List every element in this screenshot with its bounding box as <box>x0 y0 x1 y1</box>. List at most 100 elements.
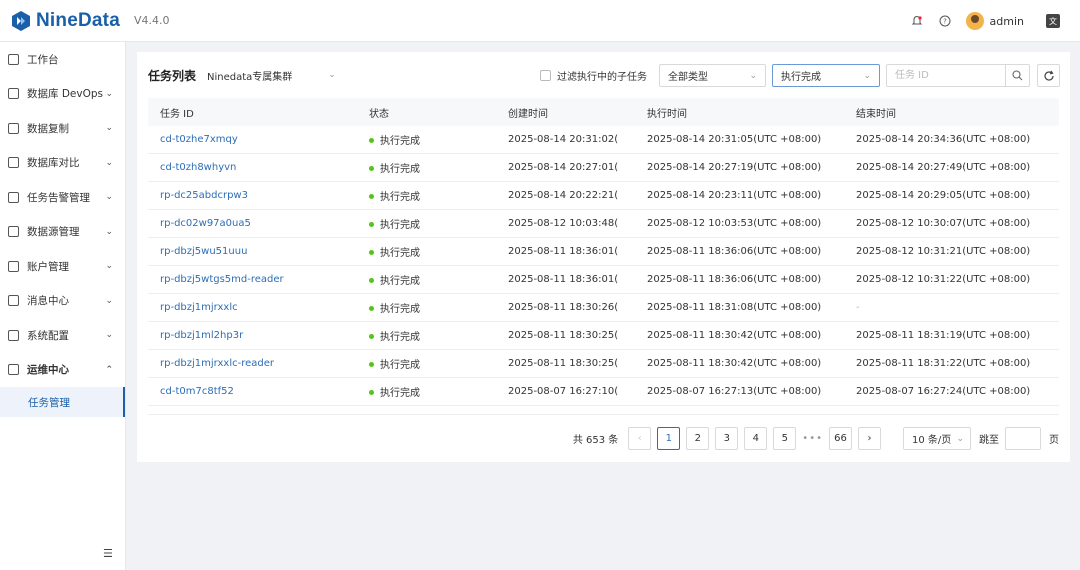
table-row: rp-dc25abdcrpw3 执行完成 2025-08-14 20:22:21… <box>148 182 1059 210</box>
checkbox-box[interactable] <box>540 70 551 81</box>
status-text: 执行完成 <box>380 192 420 203</box>
alarm-icon <box>8 191 19 203</box>
sidebar-item-label: 任务告警管理 <box>27 191 90 204</box>
sidebar-item-replication[interactable]: 数据复制 ⌄ <box>0 111 125 146</box>
page-1-button[interactable]: 1 <box>657 427 681 450</box>
status-dot <box>369 361 374 367</box>
page-3-button[interactable]: 3 <box>715 427 739 450</box>
exec-time: 2025-08-11 18:31:08(UTC +08:00) <box>647 302 822 313</box>
sidebar: 工作台 数据库 DevOps ⌄ 数据复制 ⌄ 数据库对比 ⌄ 任务告警管理 ⌄… <box>0 42 126 570</box>
wrench-icon <box>8 364 19 376</box>
chevron-down-icon: ⌄ <box>328 70 336 80</box>
sidebar-item-messages[interactable]: 消息中心 ⌄ <box>0 284 125 319</box>
task-id-link[interactable]: rp-dbzj5wu51uuu <box>148 246 357 257</box>
jump-page-input[interactable] <box>1005 427 1041 450</box>
task-id-link[interactable]: rp-dbzj1mjrxxlc <box>148 302 357 313</box>
sidebar-item-label: 消息中心 <box>27 295 69 308</box>
table-row: rp-dbzj1mjrxxlc 执行完成 2025-08-11 18:30:26… <box>148 294 1059 322</box>
copy-icon <box>8 122 19 134</box>
sidebar-item-alerts[interactable]: 任务告警管理 ⌄ <box>0 180 125 215</box>
logo[interactable]: NineData <box>10 10 120 32</box>
status-text: 执行完成 <box>380 136 420 147</box>
task-id-link[interactable]: rp-dbzj5wtgs5md-reader <box>148 274 357 285</box>
created-time: 2025-08-14 20:31:02( <box>508 134 619 145</box>
task-id-search-input[interactable] <box>887 65 1005 86</box>
page-last-button[interactable]: 66 <box>829 427 852 450</box>
username[interactable]: admin <box>990 15 1024 28</box>
task-id-link[interactable]: rp-dbzj1ml2hp3r <box>148 330 357 341</box>
page-2-button[interactable]: 2 <box>686 427 710 450</box>
page-ellipsis[interactable]: ••• <box>802 433 823 444</box>
ninedata-logo-icon <box>10 10 32 32</box>
checkbox-label: 过滤执行中的子任务 <box>557 72 647 83</box>
version-label: V4.4.0 <box>133 14 170 27</box>
status-select[interactable]: 执行完成 ⌄ <box>772 64 880 87</box>
sidebar-item-compare[interactable]: 数据库对比 ⌄ <box>0 146 125 181</box>
end-time: 2025-08-14 20:34:36(UTC +08:00) <box>856 134 1031 145</box>
sidebar-item-workbench[interactable]: 工作台 <box>0 42 125 77</box>
created-time: 2025-08-07 16:27:10( <box>508 386 619 397</box>
column-header-task-id: 任务 ID <box>160 108 194 120</box>
sidebar-item-label: 账户管理 <box>27 260 69 273</box>
task-id-link[interactable]: cd-t0m7c8tf52 <box>148 386 357 397</box>
help-icon[interactable]: ? <box>938 14 952 28</box>
exec-time: 2025-08-07 16:27:13(UTC +08:00) <box>647 386 822 397</box>
task-id-link[interactable]: rp-dc02w97a0ua5 <box>148 218 357 229</box>
top-bar: NineData V4.4.0 ? admin 文 <box>0 0 1080 42</box>
sidebar-subitem-task-management[interactable]: 任务管理 <box>0 387 125 417</box>
column-header-status: 状态 <box>369 108 389 120</box>
status-dot <box>369 165 374 171</box>
pagination: 共 653 条 ‹ 1 2 3 4 5 ••• 66 › 10 条/页 ⌄ 跳至… <box>573 427 1059 450</box>
sidebar-item-accounts[interactable]: 账户管理 ⌄ <box>0 249 125 284</box>
task-id-link[interactable]: rp-dc25abdcrpw3 <box>148 190 357 201</box>
task-id-link[interactable]: cd-t0zhe7xmqy <box>148 134 357 145</box>
sidebar-item-label: 工作台 <box>27 53 59 66</box>
page-title: 任务列表 <box>148 68 197 83</box>
table-row: rp-dbzj1ml2hp3r 执行完成 2025-08-11 18:30:25… <box>148 322 1059 350</box>
task-id-link[interactable]: cd-t0zh8whyvn <box>148 162 357 173</box>
column-header-exec: 执行时间 <box>647 108 687 120</box>
page-size-select[interactable]: 10 条/页 ⌄ <box>903 427 971 450</box>
status-dot <box>369 333 374 339</box>
avatar[interactable] <box>965 12 984 30</box>
sidebar-item-devops[interactable]: 数据库 DevOps ⌄ <box>0 77 125 112</box>
refresh-icon[interactable] <box>1037 64 1060 87</box>
page-5-button[interactable]: 5 <box>773 427 797 450</box>
task-list-card: 任务列表 Ninedata专属集群 ⌄ 过滤执行中的子任务 全部类型 ⌄ 执行完… <box>137 52 1070 462</box>
table-row: cd-t0zhe7xmqy 执行完成 2025-08-14 20:31:02( … <box>148 126 1059 154</box>
chevron-down-icon: ⌄ <box>105 157 113 168</box>
next-page-button[interactable]: › <box>858 427 881 450</box>
search-icon[interactable] <box>1005 65 1029 86</box>
bell-icon[interactable] <box>910 14 924 28</box>
task-table: 任务 ID 状态 创建时间 执行时间 结束时间 cd-t0zhe7xmqy 执行… <box>148 98 1059 406</box>
type-select[interactable]: 全部类型 ⌄ <box>659 64 766 87</box>
chevron-down-icon: ⌄ <box>956 433 964 444</box>
exec-time: 2025-08-11 18:36:06(UTC +08:00) <box>647 274 822 285</box>
status-dot <box>369 221 374 227</box>
filter-subtasks-checkbox[interactable]: 过滤执行中的子任务 <box>540 68 647 83</box>
table-header: 任务 ID 状态 创建时间 执行时间 结束时间 <box>148 98 1059 126</box>
page-4-button[interactable]: 4 <box>744 427 768 450</box>
database-icon <box>8 88 19 100</box>
sidebar-item-ops-center[interactable]: 运维中心 ⌃ <box>0 353 125 388</box>
chevron-down-icon: ⌄ <box>863 70 871 81</box>
created-time: 2025-08-11 18:36:01( <box>508 246 619 257</box>
status-dot <box>369 305 374 311</box>
mail-icon <box>8 295 19 307</box>
end-time: 2025-08-12 10:30:07(UTC +08:00) <box>856 218 1031 229</box>
cluster-select[interactable]: Ninedata专属集群 ⌄ <box>207 68 336 83</box>
collapse-menu-icon[interactable]: ☰ <box>103 547 113 560</box>
end-time: 2025-08-14 20:29:05(UTC +08:00) <box>856 190 1031 201</box>
exec-time: 2025-08-14 20:23:11(UTC +08:00) <box>647 190 822 201</box>
sidebar-item-settings[interactable]: 系统配置 ⌄ <box>0 318 125 353</box>
account-icon <box>8 260 19 272</box>
chevron-down-icon: ⌄ <box>749 70 757 81</box>
created-time: 2025-08-11 18:30:25( <box>508 358 619 369</box>
sidebar-item-datasource[interactable]: 数据源管理 ⌄ <box>0 215 125 250</box>
end-time: 2025-08-11 18:31:22(UTC +08:00) <box>856 358 1031 369</box>
chevron-down-icon: ⌄ <box>105 261 113 272</box>
language-icon[interactable]: 文 <box>1046 14 1060 28</box>
prev-page-button[interactable]: ‹ <box>628 427 652 450</box>
status-text: 执行完成 <box>380 360 420 371</box>
task-id-link[interactable]: rp-dbzj1mjrxxlc-reader <box>148 358 357 369</box>
